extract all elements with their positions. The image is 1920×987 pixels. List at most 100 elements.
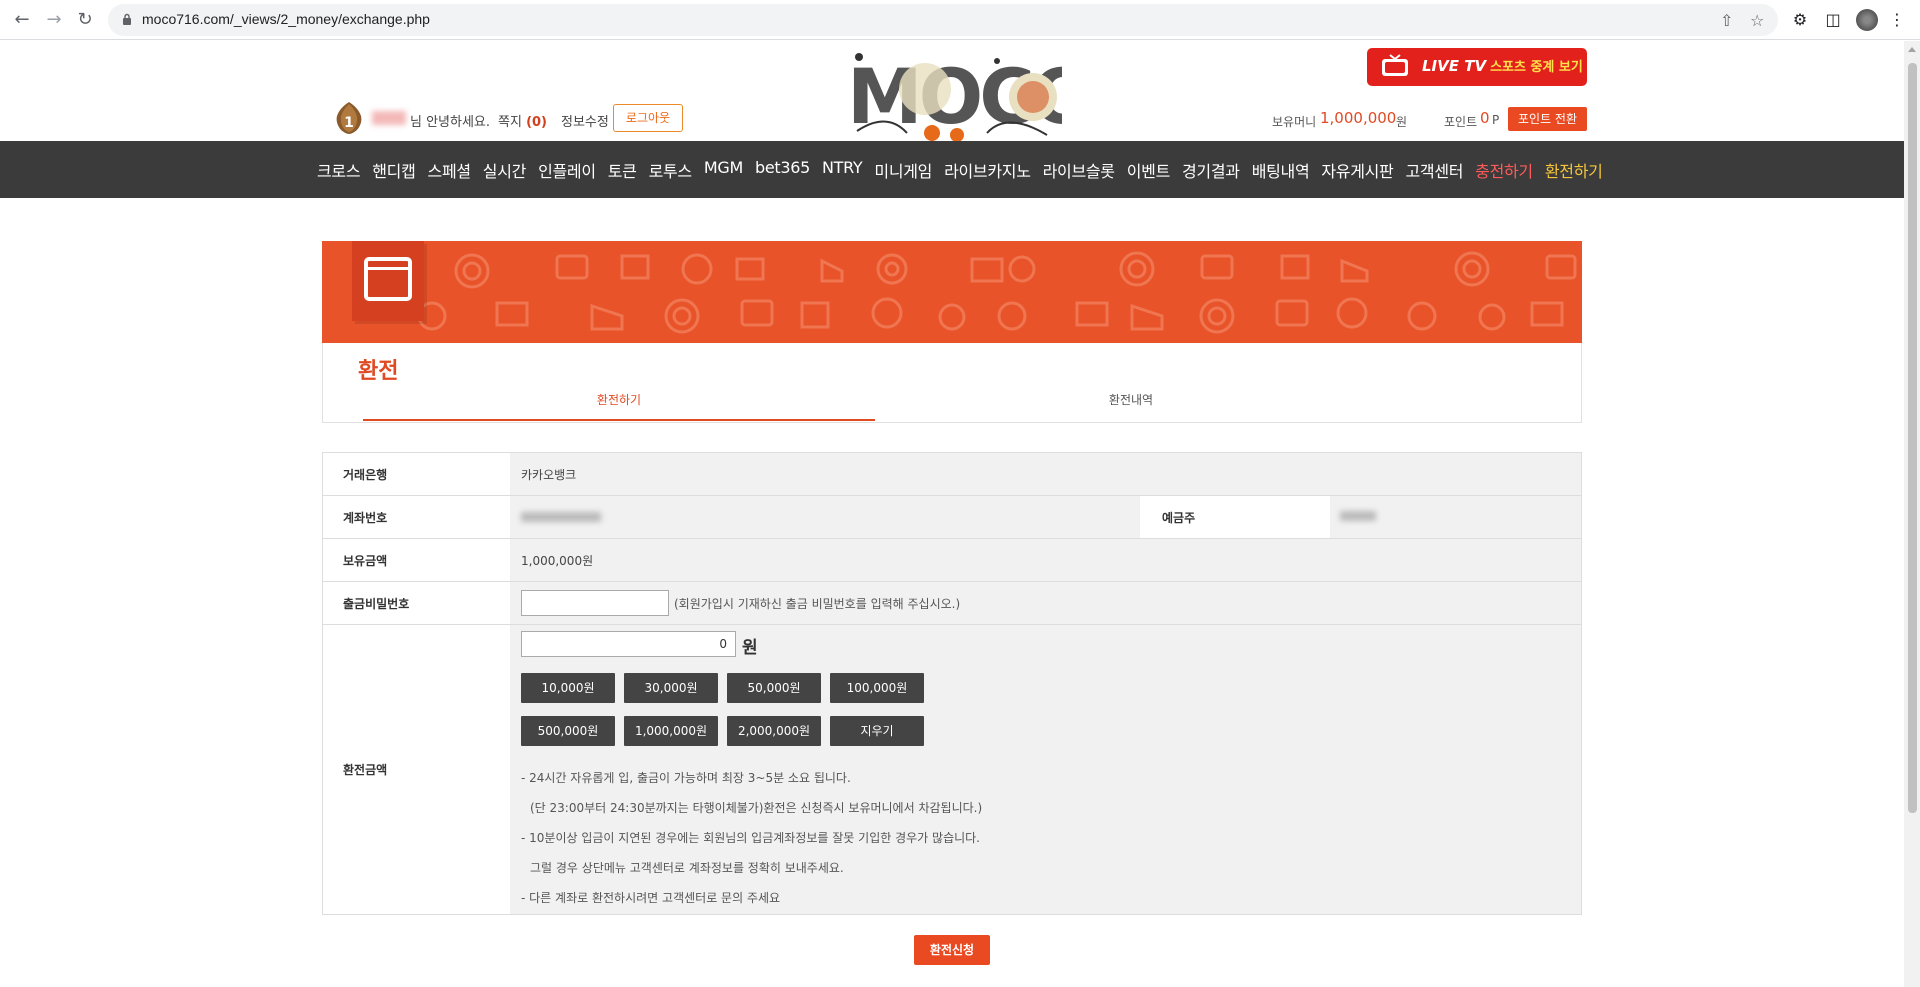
lock-icon [123, 13, 131, 25]
nav-item-bet365[interactable]: bet365 [755, 158, 810, 182]
balance-label: 보유금액 [322, 539, 510, 581]
account-row: 계좌번호 예금주 [322, 496, 1582, 539]
notice-line: - 다른 계좌로 환전하시려면 고객센터로 문의 주세요 [521, 891, 781, 905]
nav-item-cross[interactable]: 크로스 [317, 158, 361, 182]
amount-label: 환전금액 [322, 625, 510, 914]
bank-row: 거래은행 카카오뱅크 [322, 453, 1582, 496]
nav-item-ntry[interactable]: NTRY [822, 158, 863, 182]
nav-item-support[interactable]: 고객센터 [1405, 158, 1463, 182]
exchange-submit-button[interactable]: 환전신청 [914, 935, 990, 965]
page-title: 환전 [358, 359, 399, 384]
clear-amount-button[interactable]: 지우기 [830, 716, 924, 746]
logout-button[interactable]: 로그아웃 [613, 104, 683, 132]
nav-item-live[interactable]: 실시간 [483, 158, 527, 182]
nav-item-inplay[interactable]: 인플레이 [538, 158, 596, 182]
banner-pattern [417, 251, 1577, 334]
point-convert-button[interactable]: 포인트 전환 [1508, 107, 1587, 131]
profile-edit-link[interactable]: 정보수정 [561, 111, 609, 130]
amount-50000-button[interactable]: 50,000원 [727, 673, 821, 703]
amount-2000000-button[interactable]: 2,000,000원 [727, 716, 821, 746]
withdraw-password-input[interactable] [521, 590, 669, 616]
memo-link[interactable]: 쪽지 (0) [498, 111, 547, 130]
notice-line: 그럴 경우 상단메뉴 고객센터로 계좌정보를 정확히 보내주세요. [530, 861, 844, 875]
bank-label: 거래은행 [322, 453, 510, 495]
point-label: 포인트 [1444, 115, 1478, 129]
profile-avatar[interactable] [1856, 9, 1878, 31]
nav-item-token[interactable]: 토큰 [608, 158, 637, 182]
holder-name-redacted [1340, 511, 1376, 521]
nav-item-bet-history[interactable]: 배팅내역 [1252, 158, 1310, 182]
point-unit: P [1492, 113, 1500, 127]
amount-cell: 0 원 10,000원 30,000원 50,000원 100,000원 500… [510, 625, 1582, 914]
site-logo[interactable]: MOCO [847, 51, 1062, 143]
scrollbar-thumb[interactable] [1908, 63, 1917, 813]
scroll-up-icon[interactable] [1908, 47, 1916, 52]
page-banner [322, 241, 1582, 343]
nav-item-board[interactable]: 자유게시판 [1321, 158, 1393, 182]
nav-item-minigame[interactable]: 미니게임 [874, 158, 932, 182]
password-hint: (회원가입시 기재하신 출금 비밀번호를 입력해 주십시오.) [674, 596, 961, 611]
amount-10000-button[interactable]: 10,000원 [521, 673, 615, 703]
live-tv-label: LIVE TV [1422, 57, 1487, 75]
balance-row: 보유금액 1,000,000원 [322, 539, 1582, 582]
tv-icon [1382, 54, 1408, 76]
account-value: 예금주 [510, 496, 1582, 538]
amount-row: 환전금액 0 원 10,000원 30,000원 50,000원 100,000… [322, 625, 1582, 915]
money-unit: 원 [1396, 115, 1408, 129]
main-nav: 크로스 핸디캡 스페셜 실시간 인플레이 토큰 로투스 MGM bet365 N… [0, 141, 1904, 198]
nav-item-special[interactable]: 스페셜 [428, 158, 472, 182]
point-value: 0 [1480, 109, 1490, 127]
title-box: 환전 환전하기 환전내역 [322, 343, 1582, 423]
tab-exchange[interactable]: 환전하기 [363, 391, 875, 421]
share-icon[interactable]: ⇧ [1720, 11, 1733, 30]
browser-toolbar: ← → ↻ moco716.com/_views/2_money/exchang… [0, 0, 1920, 40]
notice-line: - 24시간 자유롭게 입, 출금이 가능하며 최장 3~5분 소요 됩니다. [521, 771, 851, 785]
notice-list: - 24시간 자유롭게 입, 출금이 가능하며 최장 3~5분 소요 됩니다. … [521, 763, 982, 913]
amount-30000-button[interactable]: 30,000원 [624, 673, 718, 703]
window-icon [352, 241, 424, 321]
amount-500000-button[interactable]: 500,000원 [521, 716, 615, 746]
amount-1000000-button[interactable]: 1,000,000원 [624, 716, 718, 746]
tab-exchange-history[interactable]: 환전내역 [875, 391, 1387, 421]
memo-label: 쪽지 [498, 115, 522, 130]
reload-icon[interactable]: ↻ [73, 8, 97, 32]
side-panel-icon[interactable]: ◫ [1822, 9, 1844, 31]
level-number: 1 [344, 115, 354, 131]
nav-item-mgm[interactable]: MGM [704, 158, 743, 182]
nav-item-live-casino[interactable]: 라이브카지노 [944, 158, 1031, 182]
nav-item-results[interactable]: 경기결과 [1182, 158, 1240, 182]
nav-item-charge[interactable]: 충전하기 [1475, 158, 1533, 182]
amount-input[interactable]: 0 [521, 631, 736, 657]
user-name-redacted [372, 111, 406, 125]
live-tv-button[interactable]: LIVE TV 스포츠 중계 보기 [1367, 48, 1587, 86]
page: 1 님 안녕하세요. 쪽지 (0) 정보수정 로그아웃 MOCO LIVE TV… [0, 41, 1904, 987]
nav-item-event[interactable]: 이벤트 [1127, 158, 1171, 182]
address-bar[interactable]: moco716.com/_views/2_money/exchange.php … [108, 4, 1778, 36]
exchange-form: 거래은행 카카오뱅크 계좌번호 예금주 보유금액 1,000,000원 출금비밀… [322, 452, 1582, 915]
back-icon[interactable]: ← [10, 8, 34, 32]
level-badge-icon: 1 [336, 102, 362, 134]
amount-100000-button[interactable]: 100,000원 [830, 673, 924, 703]
nav-item-live-slot[interactable]: 라이브슬롯 [1043, 158, 1115, 182]
menu-dots-icon[interactable]: ⋮ [1886, 9, 1908, 31]
holder-label: 예금주 [1140, 496, 1330, 538]
bookmark-star-icon[interactable]: ☆ [1750, 11, 1764, 30]
forward-icon[interactable]: → [42, 8, 66, 32]
greeting-text: 님 안녕하세요. [410, 115, 491, 130]
bank-value: 카카오뱅크 [510, 453, 1582, 495]
account-number-redacted [521, 512, 601, 522]
notice-line: - 10분이상 입금이 지연된 경우에는 회원님의 입금계좌정보를 잘못 기입한… [521, 831, 981, 845]
page-scrollbar[interactable] [1904, 41, 1920, 987]
memo-count: (0) [526, 115, 547, 130]
nav-item-handicap[interactable]: 핸디캡 [372, 158, 416, 182]
password-cell: (회원가입시 기재하신 출금 비밀번호를 입력해 주십시오.) [510, 582, 1582, 624]
live-tv-sub: 스포츠 중계 보기 [1490, 60, 1583, 75]
amount-unit: 원 [742, 638, 758, 658]
url-text: moco716.com/_views/2_money/exchange.php [142, 11, 430, 27]
nav-item-exchange[interactable]: 환전하기 [1545, 158, 1603, 182]
nav-item-lotus[interactable]: 로투스 [649, 158, 693, 182]
notice-line: (단 23:00부터 24:30분까지는 타행이체불가)환전은 신청즉시 보유머… [530, 801, 983, 815]
money-label: 보유머니 [1272, 115, 1317, 129]
balance-value: 1,000,000원 [510, 539, 1582, 581]
extensions-icon[interactable]: ⚙ [1789, 9, 1811, 31]
